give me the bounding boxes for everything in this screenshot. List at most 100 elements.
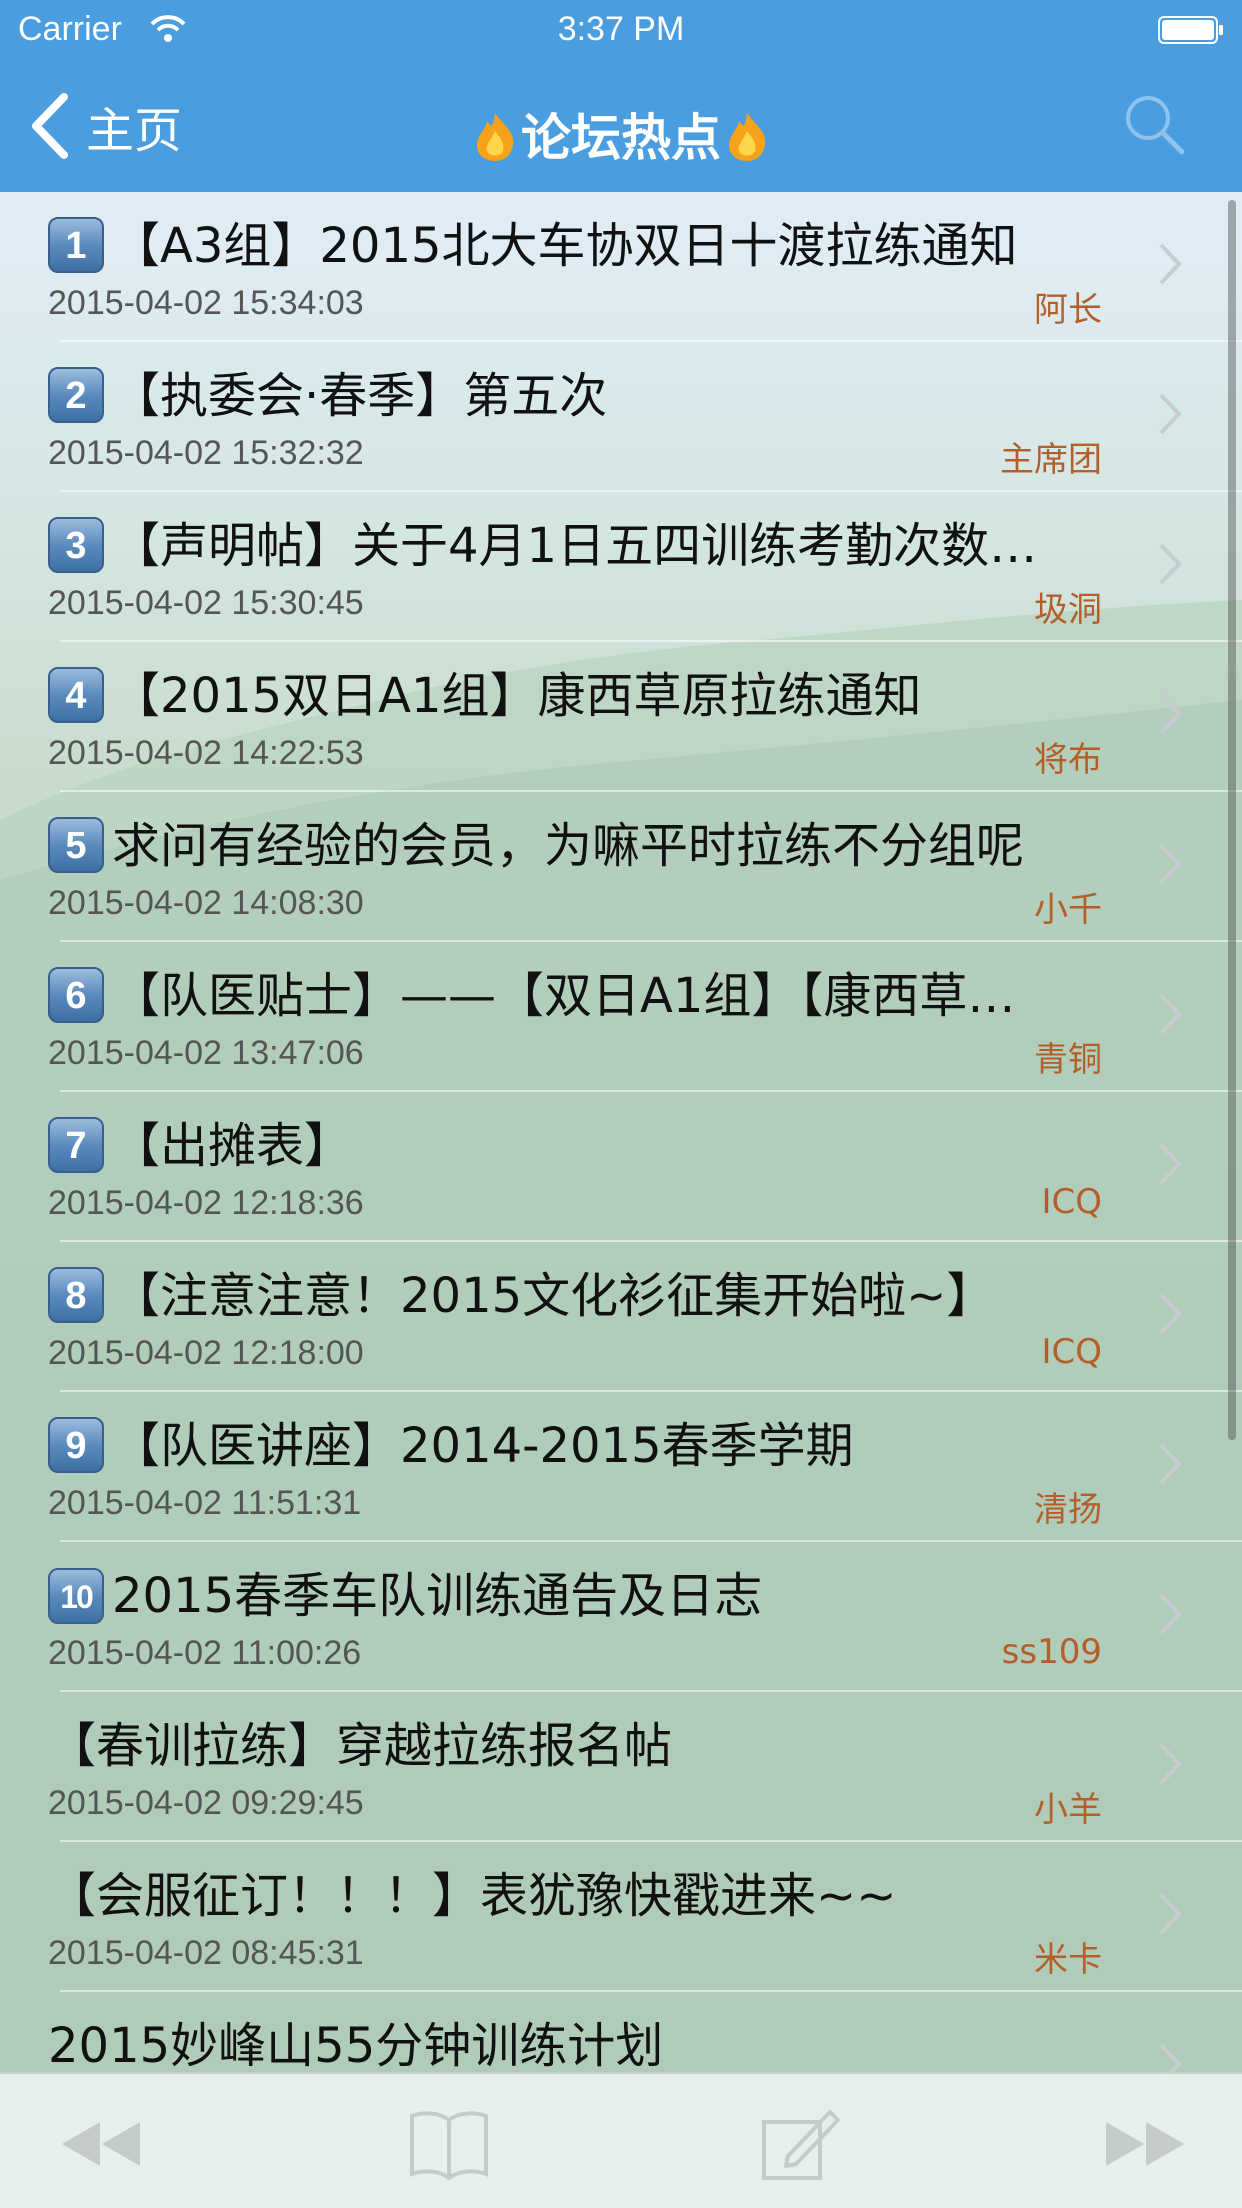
topic-title-line: 5 求问有经验的会员，为嘛平时拉练不分组呢 <box>48 814 1098 878</box>
book-icon[interactable] <box>404 2104 494 2184</box>
topic-date: 2015-04-02 15:34:03 <box>48 284 364 322</box>
topic-title-line: 8 【注意注意！2015文化衫征集开始啦~】 <box>48 1264 1098 1328</box>
topic-date: 2015-04-02 13:47:06 <box>48 1034 364 1072</box>
topic-date: 2015-04-02 12:18:36 <box>48 1184 364 1222</box>
rank-badge: 6 <box>48 967 104 1023</box>
page-title: 论坛热点 <box>0 98 1242 170</box>
topic-date: 2015-04-02 11:51:31 <box>48 1484 362 1522</box>
chevron-right-icon <box>1159 393 1182 435</box>
topic-author: 将布 <box>1034 740 1102 780</box>
rank-badge: 9 <box>48 1417 104 1473</box>
topic-date: 2015-04-02 11:00:26 <box>48 1634 362 1672</box>
topic-author: 米卡 <box>1034 1940 1102 1980</box>
topic-author: 圾洞 <box>1034 590 1102 630</box>
rank-badge: 4 <box>48 667 104 723</box>
list-item[interactable]: 3 【声明帖】关于4月1日五四训练考勤次数… 2015-04-02 15:30:4… <box>0 492 1242 642</box>
chevron-right-icon <box>1159 1143 1182 1185</box>
scrollbar[interactable] <box>1228 200 1236 1440</box>
topic-title: 【春训拉练】穿越拉练报名帖 <box>48 1718 673 1774</box>
chevron-right-icon <box>1159 1443 1182 1485</box>
list-item[interactable]: 7 【出摊表】 2015-04-02 12:18:36 ICQ <box>0 1092 1242 1242</box>
list-item[interactable]: 10 2015春季车队训练通告及日志 2015-04-02 11:00:26 ss… <box>0 1542 1242 1692</box>
topic-title-line: 【春训拉练】穿越拉练报名帖 <box>48 1714 1098 1778</box>
forum-hot-topics-screen: Carrier 3:37 PM 主页 论坛热点 1 【A3组】2015北大车协双… <box>0 0 1242 2208</box>
topic-author: 阿长 <box>1034 290 1102 330</box>
chevron-right-icon <box>1159 693 1182 735</box>
topic-title-line: 1 【A3组】2015北大车协双日十渡拉练通知 <box>48 214 1098 278</box>
chevron-right-icon <box>1159 843 1182 885</box>
topic-author: 主席团 <box>1000 440 1102 480</box>
topic-title: 【2015双日A1组】康西草原拉练通知 <box>112 668 922 724</box>
rank-badge: 5 <box>48 817 104 873</box>
topic-author: ss109 <box>1001 1632 1102 1672</box>
topic-list: 1 【A3组】2015北大车协双日十渡拉练通知 2015-04-02 15:34:… <box>0 192 1242 2142</box>
fire-icon <box>729 113 766 161</box>
list-item[interactable]: 6 【队医贴士】——【双日A1组】【康西草… 2015-04-02 13:47:0… <box>0 942 1242 1092</box>
topic-title-line: 9 【队医讲座】2014-2015春季学期 <box>48 1414 1098 1478</box>
rank-badge: 3 <box>48 517 104 573</box>
topic-title-line: 4 【2015双日A1组】康西草原拉练通知 <box>48 664 1098 728</box>
topic-title: 【A3组】2015北大车协双日十渡拉练通知 <box>112 218 1018 274</box>
topic-title: 【出摊表】 <box>112 1118 353 1174</box>
topic-title: 2015妙峰山55分钟训练计划 <box>48 2018 664 2074</box>
topic-title-line: 2015妙峰山55分钟训练计划 <box>48 2014 1098 2078</box>
topic-title: 【声明帖】关于4月1日五四训练考勤次数… <box>112 518 1038 574</box>
chevron-right-icon <box>1159 243 1182 285</box>
topic-title-line: 【会服征订！！！】表犹豫快戳进来~~ <box>48 1864 1098 1928</box>
chevron-right-icon <box>1159 1893 1182 1935</box>
chevron-right-icon <box>1159 1293 1182 1335</box>
topic-title: 2015春季车队训练通告及日志 <box>112 1568 763 1624</box>
list-item[interactable]: 【会服征订！！！】表犹豫快戳进来~~ 2015-04-02 08:45:31 米… <box>0 1842 1242 1992</box>
compose-icon[interactable] <box>754 2104 844 2184</box>
list-item[interactable]: 2 【执委会·春季】第五次 2015-04-02 15:32:32 主席团 <box>0 342 1242 492</box>
topic-author: ICQ <box>1041 1182 1102 1222</box>
topic-title-line: 3 【声明帖】关于4月1日五四训练考勤次数… <box>48 514 1098 578</box>
topic-author: 青铜 <box>1034 1040 1102 1080</box>
topic-date: 2015-04-02 09:29:45 <box>48 1784 364 1822</box>
topic-title: 【会服征订！！！】表犹豫快戳进来~~ <box>48 1868 897 1924</box>
topic-title-line: 10 2015春季车队训练通告及日志 <box>48 1564 1098 1628</box>
fast-forward-icon[interactable] <box>1100 2104 1190 2184</box>
topic-date: 2015-04-02 08:45:31 <box>48 1934 364 1972</box>
chevron-right-icon <box>1159 993 1182 1035</box>
navigation-bar: 主页 论坛热点 <box>0 62 1242 192</box>
list-item[interactable]: 1 【A3组】2015北大车协双日十渡拉练通知 2015-04-02 15:34:… <box>0 192 1242 342</box>
chevron-right-icon <box>1159 543 1182 585</box>
topic-date: 2015-04-02 14:08:30 <box>48 884 364 922</box>
topic-date: 2015-04-02 14:22:53 <box>48 734 364 772</box>
status-bar: Carrier 3:37 PM <box>0 0 1242 62</box>
topic-author: 小羊 <box>1034 1790 1102 1830</box>
rank-badge: 1 <box>48 217 104 273</box>
page-title-text: 论坛热点 <box>521 109 721 167</box>
battery-icon <box>1158 16 1223 44</box>
topic-date: 2015-04-02 15:30:45 <box>48 584 364 622</box>
topic-title-line: 7 【出摊表】 <box>48 1114 1098 1178</box>
topic-date: 2015-04-02 15:32:32 <box>48 434 364 472</box>
bottom-toolbar <box>0 2072 1242 2208</box>
topic-title-line: 2 【执委会·春季】第五次 <box>48 364 1098 428</box>
list-item[interactable]: 5 求问有经验的会员，为嘛平时拉练不分组呢 2015-04-02 14:08:30… <box>0 792 1242 942</box>
topic-author: ICQ <box>1041 1332 1102 1372</box>
rank-badge: 8 <box>48 1267 104 1323</box>
list-item[interactable]: 【春训拉练】穿越拉练报名帖 2015-04-02 09:29:45 小羊 <box>0 1692 1242 1842</box>
topic-author: 小千 <box>1034 890 1102 930</box>
fire-icon <box>477 113 514 161</box>
list-item[interactable]: 9 【队医讲座】2014-2015春季学期 2015-04-02 11:51:31… <box>0 1392 1242 1542</box>
rewind-icon[interactable] <box>56 2104 146 2184</box>
topic-title: 【执委会·春季】第五次 <box>112 368 608 424</box>
topic-title: 【队医贴士】——【双日A1组】【康西草… <box>112 968 1016 1024</box>
list-item[interactable]: 4 【2015双日A1组】康西草原拉练通知 2015-04-02 14:22:53… <box>0 642 1242 792</box>
list-item[interactable]: 8 【注意注意！2015文化衫征集开始啦~】 2015-04-02 12:18:0… <box>0 1242 1242 1392</box>
topic-title: 求问有经验的会员，为嘛平时拉练不分组呢 <box>112 818 1025 874</box>
chevron-right-icon <box>1159 1593 1182 1635</box>
rank-badge: 10 <box>48 1568 104 1624</box>
chevron-right-icon <box>1159 1743 1182 1785</box>
search-icon[interactable] <box>1122 92 1186 156</box>
rank-badge: 2 <box>48 367 104 423</box>
topic-title: 【注意注意！2015文化衫征集开始啦~】 <box>112 1268 995 1324</box>
clock-label: 3:37 PM <box>557 10 685 48</box>
topic-title-line: 6 【队医贴士】——【双日A1组】【康西草… <box>48 964 1098 1028</box>
rank-badge: 7 <box>48 1117 104 1173</box>
topic-date: 2015-04-02 12:18:00 <box>48 1334 364 1372</box>
topic-title: 【队医讲座】2014-2015春季学期 <box>112 1418 854 1474</box>
